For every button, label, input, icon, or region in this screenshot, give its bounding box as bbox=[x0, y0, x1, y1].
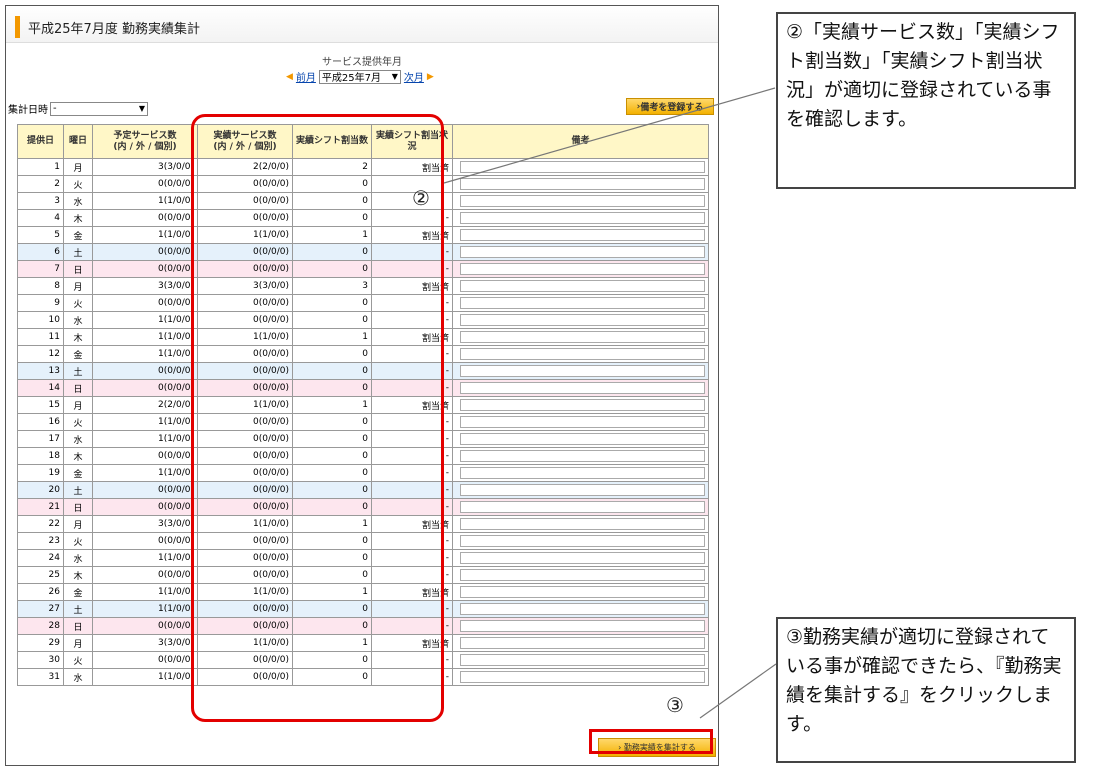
callout-step-3: ③勤務実績が適切に登録されている事が確認できたら、『勤務実績を集計する』をクリッ… bbox=[776, 617, 1076, 763]
leader-line-2 bbox=[443, 87, 776, 184]
callout-step-2: ②「実績サービス数」「実績シフト割当数」「実績シフト割当状況」が適切に登録されて… bbox=[776, 12, 1076, 189]
leader-line-3 bbox=[699, 663, 777, 719]
